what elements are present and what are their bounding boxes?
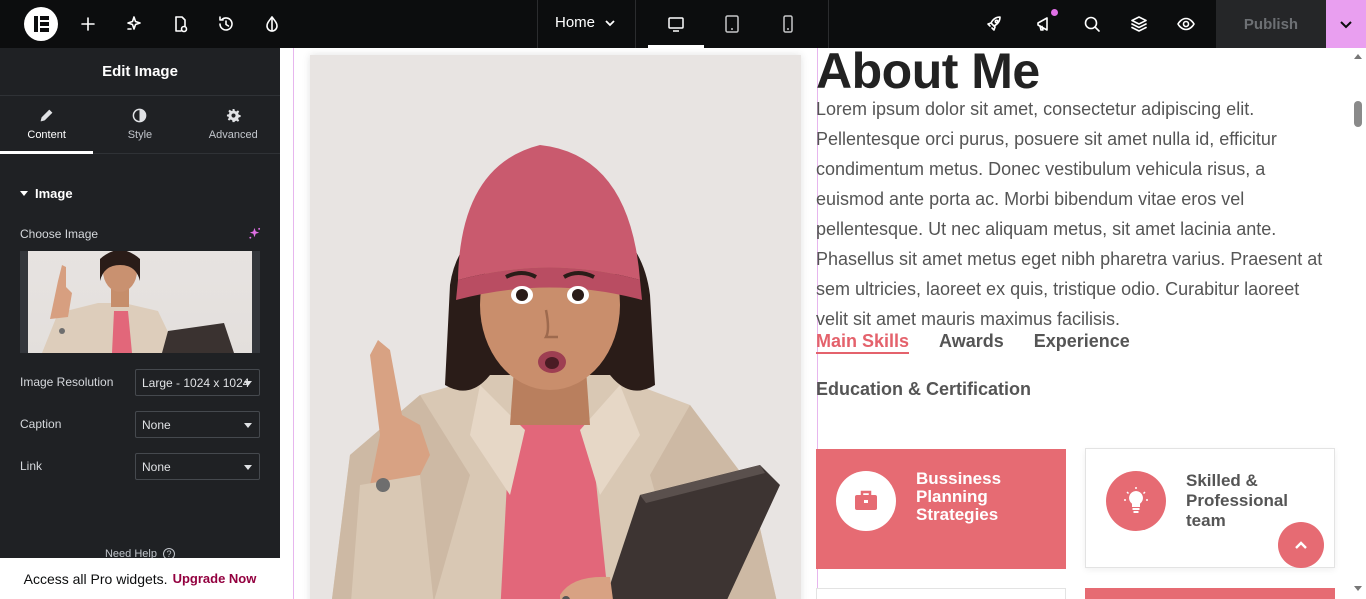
notification-dot	[1051, 9, 1058, 16]
ai-sparkle-icon[interactable]	[248, 227, 261, 240]
half-circle-icon	[133, 108, 147, 123]
page-settings-icon[interactable]	[168, 12, 192, 36]
publish-options-button[interactable]	[1326, 0, 1366, 48]
tab-experience[interactable]: Experience	[1034, 331, 1130, 354]
image-resolution-label: Image Resolution	[20, 375, 114, 389]
skills-tabs: Main Skills Awards Experience	[816, 331, 1130, 354]
tab-style[interactable]: Style	[93, 96, 186, 153]
service-card-title: Bussiness Planning Strategies	[916, 469, 1002, 524]
chevron-down-icon	[1340, 21, 1352, 29]
structure-icon[interactable]	[1127, 12, 1151, 36]
image-thumbnail	[28, 251, 252, 353]
tab-style-label: Style	[127, 129, 153, 141]
tablet-icon	[725, 15, 739, 33]
about-paragraph: Lorem ipsum dolor sit amet, consectetur …	[816, 99, 1323, 329]
tab-education-certification[interactable]: Education & Certification	[816, 379, 1031, 400]
service-card	[816, 588, 1066, 599]
canvas-scrollbar[interactable]	[1350, 48, 1366, 599]
pro-promo-bar: Access all Pro widgets. Upgrade Now	[0, 558, 280, 599]
about-heading: About Me	[816, 48, 1040, 99]
briefcase-icon	[836, 471, 896, 531]
upgrade-now-link[interactable]: Upgrade Now	[173, 571, 257, 586]
pencil-icon	[40, 109, 53, 122]
page-select[interactable]: Home	[555, 14, 617, 31]
scroll-up-arrow-icon[interactable]	[1354, 54, 1362, 59]
lightbulb-icon	[1106, 471, 1166, 531]
chevron-down-icon	[605, 19, 615, 26]
tab-advanced-label: Advanced	[208, 129, 258, 141]
panel-tabs: Content Style Advanced	[0, 96, 280, 154]
link-select[interactable]: None	[135, 453, 260, 480]
selected-image-widget[interactable]	[310, 55, 801, 599]
promo-text: Access all Pro widgets.	[23, 570, 168, 587]
gear-icon	[226, 108, 241, 123]
tablet-view-button[interactable]	[704, 0, 760, 48]
section-toggle-image[interactable]: Image	[20, 186, 73, 201]
editor-top-bar: Home Publish	[0, 0, 1366, 48]
desktop-view-button[interactable]	[648, 0, 704, 48]
section-title-label: Image	[35, 186, 73, 201]
page-select-label: Home	[555, 14, 596, 31]
editor-panel: Edit Image Content Style Advanced Image …	[0, 48, 280, 599]
caption-select[interactable]: None	[135, 411, 260, 438]
panel-title: Edit Image	[0, 48, 280, 96]
theme-style-icon[interactable]	[260, 12, 284, 36]
tab-awards[interactable]: Awards	[939, 331, 1004, 354]
scrollbar-thumb[interactable]	[1354, 101, 1362, 127]
image-resolution-select[interactable]: Large - 1024 x 1024	[135, 369, 260, 396]
caption-label: Caption	[20, 417, 62, 431]
mobile-view-button[interactable]	[760, 0, 816, 48]
publish-button[interactable]: Publish	[1216, 0, 1326, 48]
caret-down-icon	[20, 191, 28, 196]
site-settings-icon[interactable]	[122, 12, 146, 36]
mobile-icon	[783, 15, 793, 33]
scroll-to-top-button[interactable]	[1278, 522, 1324, 568]
woman-photo	[332, 145, 780, 599]
whats-new-icon[interactable]	[1032, 9, 1058, 36]
search-icon[interactable]	[1080, 12, 1104, 36]
tab-main-skills[interactable]: Main Skills	[816, 331, 910, 354]
preview-icon[interactable]	[1174, 12, 1198, 36]
tab-advanced[interactable]: Advanced	[187, 96, 280, 153]
add-element-icon[interactable]	[76, 12, 100, 36]
choose-image-label: Choose Image	[20, 227, 99, 241]
rocket-icon[interactable]	[982, 12, 1006, 36]
tab-content-label: Content	[27, 129, 66, 141]
column-guide-line	[293, 48, 294, 599]
scroll-down-arrow-icon[interactable]	[1354, 586, 1362, 591]
editor-canvas: About Me Lorem ipsum dolor sit amet, con…	[280, 48, 1366, 599]
elementor-logo-icon[interactable]	[24, 7, 58, 41]
history-icon[interactable]	[214, 12, 238, 36]
chevron-up-icon	[1295, 541, 1307, 549]
tab-content[interactable]: Content	[0, 96, 94, 154]
service-card: Bussiness Planning Strategies	[816, 449, 1066, 569]
image-preview[interactable]	[20, 251, 260, 353]
service-card	[1085, 588, 1335, 599]
link-label: Link	[20, 459, 43, 473]
desktop-icon	[668, 17, 684, 32]
